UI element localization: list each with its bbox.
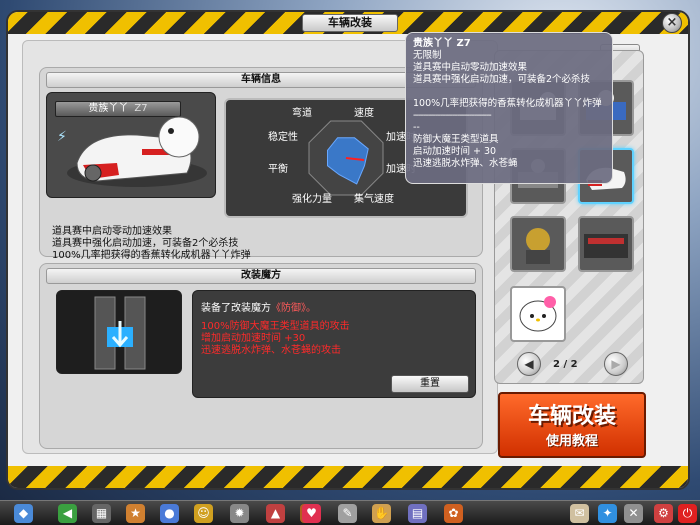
tooltip-line: 启动加速时间 + 30 (413, 146, 497, 157)
vehicle-thumb-icon (526, 228, 550, 264)
bottom-taskbar: ◆◀▦★●☺✹▲■♥✎✋▤✿✉✦✕⚙⏻ (0, 500, 700, 525)
vehicle-description: 道具赛中启动零动加速效果 道具赛中强化启动加速，可装备2个必杀技 100%几率把… (52, 226, 251, 262)
mod-effect-list: 100%防御大魔王类型道具的攻击 增加启动加速时间 +30 迅速逃脱水炸弹、水苍… (201, 321, 350, 357)
tutorial-line-1: 车辆改装 (527, 404, 616, 429)
vehicle-thumb-icon (584, 234, 628, 258)
stat-label-boost-power: 强化力量 (292, 194, 332, 205)
page-next-button[interactable]: ▶ (604, 352, 628, 376)
mod-tutorial-button[interactable]: 车辆改装 使用教程 (498, 392, 646, 458)
hazard-stripe-bottom (8, 466, 688, 488)
tooltip-title: 贵族丫丫 Z7 (413, 38, 471, 49)
lightning-icon: ⚡ (57, 129, 67, 145)
friend-icon[interactable]: ☺ (194, 504, 213, 523)
vehicle-image: ⚡ (57, 116, 207, 187)
vehicle-slot-6[interactable] (578, 216, 634, 272)
settings-icon[interactable]: ⚙ (654, 504, 673, 523)
bag-icon[interactable]: ✋ (372, 504, 391, 523)
heart-icon[interactable]: ♥ (302, 504, 321, 523)
vehicle-desc-line: 道具赛中启动零动加速效果 (52, 226, 172, 237)
mod-equipped-prefix: 装备了改装魔方 (201, 303, 271, 314)
page-indicator: 2 / 2 (553, 359, 578, 370)
tooltip-line: 迅速逃脱水炸弹、水苍蝇 (413, 158, 518, 169)
world-icon[interactable]: ✦ (598, 504, 617, 523)
close-button[interactable]: × (662, 13, 682, 33)
mod-equipped-name: 《防御》。 (271, 303, 316, 314)
tooltip-line: 100%几率把获得的香蕉转化成机器丫丫炸弹 (413, 98, 602, 109)
rank-icon[interactable]: ★ (126, 504, 145, 523)
mod-magic-header: 改装魔方 (46, 268, 476, 284)
hello-kitty-icon (519, 296, 557, 332)
tooltip-line: 防御大魔王类型道具 (413, 134, 499, 145)
mod-cube-preview (56, 290, 182, 374)
stat-label-corner: 弯道 (292, 108, 312, 119)
tutorial-line-2: 使用教程 (545, 434, 598, 449)
stat-label-speed: 速度 (354, 108, 374, 119)
mod-effect-line: 迅速逃脱水炸弹、水苍蝇的攻击 (201, 345, 341, 356)
window-title: 车辆改装 (302, 14, 398, 32)
tooltip-separator: -------------------------------- (413, 110, 492, 121)
mod-cube-icon (94, 296, 146, 370)
tools-icon[interactable]: ✕ (624, 504, 643, 523)
shop-icon[interactable]: ▦ (92, 504, 111, 523)
stat-label-stability: 稳定性 (268, 132, 298, 143)
mod-equipped-text: 装备了改装魔方《防御》。 (201, 299, 316, 314)
vehicle-slot-5[interactable] (510, 216, 566, 272)
vehicle-desc-line: 100%几率把获得的香蕉转化成机器丫丫炸弹 (52, 250, 251, 261)
vehicle-preview: 贵族丫丫 Z7 ⚡ (46, 92, 216, 198)
vehicle-slot-7[interactable] (510, 286, 566, 342)
home-icon[interactable]: ◆ (14, 504, 33, 523)
mod-effect-line: 100%防御大魔王类型道具的攻击 (201, 321, 350, 332)
tooltip-line: 道具赛中启动零动加速效果 (413, 62, 528, 73)
reset-button[interactable]: 重置 (391, 375, 469, 393)
gear-wheel-icon[interactable]: ✹ (230, 504, 249, 523)
user-icon[interactable]: ● (160, 504, 179, 523)
tooltip-line (413, 86, 605, 98)
back-icon[interactable]: ◀ (58, 504, 77, 523)
note-icon[interactable]: ✉ (570, 504, 589, 523)
stat-label-gauge-speed: 集气速度 (354, 194, 394, 205)
vehicle-desc-line: 道具赛中强化启动加速，可装备2个必杀技 (52, 238, 239, 249)
mod-magic-panel: 改装魔方 装备了改装魔方《防御》。 100%防御大魔王类型道具的攻击 增加启动加… (39, 263, 483, 449)
stat-label-balance: 平衡 (268, 164, 288, 175)
vehicle-icon[interactable]: ▲ (266, 504, 285, 523)
svg-text:⚡: ⚡ (57, 129, 67, 145)
power-icon[interactable]: ⏻ (678, 504, 697, 523)
book-icon[interactable]: ▤ (408, 504, 427, 523)
mod-effect-line: 增加启动加速时间 +30 (201, 333, 306, 344)
page-prev-button[interactable]: ◀ (517, 352, 541, 376)
tooltip-line: -- (413, 122, 420, 133)
pet-icon[interactable]: ✿ (444, 504, 463, 523)
tooltip-line: 无限制 (413, 50, 442, 61)
mod-effect-box: 装备了改装魔方《防御》。 100%防御大魔王类型道具的攻击 增加启动加速时间 +… (192, 290, 476, 398)
tooltip-line: 道具赛中强化启动加速，可装备2个必杀技 (413, 74, 591, 85)
vehicle-tooltip: 贵族丫丫 Z7 无限制 道具赛中启动零动加速效果 道具赛中强化启动加速，可装备2… (405, 32, 613, 184)
sword-icon[interactable]: ✎ (338, 504, 357, 523)
